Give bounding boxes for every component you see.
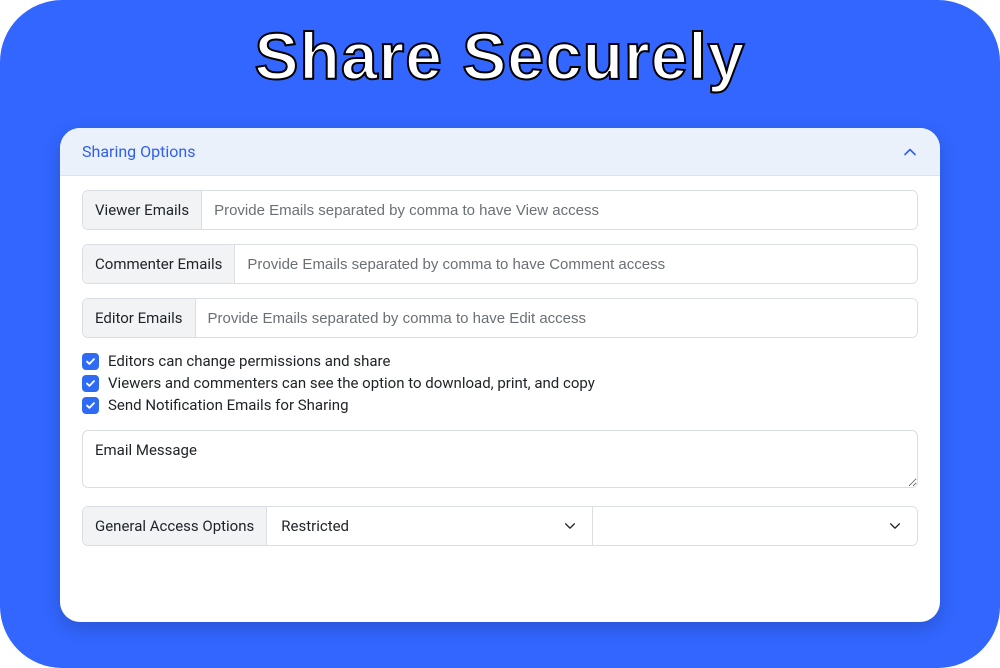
general-access-select[interactable]: Restricted: [267, 507, 592, 545]
send-notification-row[interactable]: Send Notification Emails for Sharing: [82, 396, 918, 414]
editor-emails-group: Editor Emails: [82, 298, 918, 338]
editor-emails-label: Editor Emails: [83, 299, 196, 337]
viewer-emails-group: Viewer Emails: [82, 190, 918, 230]
panel-header-title: Sharing Options: [82, 142, 195, 161]
commenter-emails-group: Commenter Emails: [82, 244, 918, 284]
email-message-textarea[interactable]: [82, 430, 918, 488]
viewers-download-row[interactable]: Viewers and commenters can see the optio…: [82, 374, 918, 392]
commenter-emails-label: Commenter Emails: [83, 245, 235, 283]
viewers-download-label: Viewers and commenters can see the optio…: [108, 374, 595, 392]
viewer-emails-label: Viewer Emails: [83, 191, 202, 229]
panel-body: Viewer Emails Commenter Emails Editor Em…: [60, 176, 940, 568]
viewers-download-checkbox[interactable]: [82, 375, 99, 392]
share-dialog-canvas: Share Securely Sharing Options Viewer Em…: [0, 0, 1000, 668]
editor-emails-input[interactable]: [196, 299, 918, 337]
secondary-access-chevron-down-icon: [887, 518, 903, 534]
secondary-access-select[interactable]: [593, 507, 917, 545]
general-access-chevron-down-icon: [562, 518, 578, 534]
commenter-emails-input[interactable]: [235, 245, 917, 283]
sharing-options-card: Sharing Options Viewer Emails Commenter …: [60, 128, 940, 622]
editors-can-share-checkbox[interactable]: [82, 353, 99, 370]
editors-can-share-label: Editors can change permissions and share: [108, 352, 390, 370]
viewer-emails-input[interactable]: [202, 191, 917, 229]
general-access-value: Restricted: [281, 517, 349, 535]
general-access-label: General Access Options: [83, 507, 267, 545]
send-notification-label: Send Notification Emails for Sharing: [108, 396, 349, 414]
panel-header[interactable]: Sharing Options: [60, 128, 940, 176]
send-notification-checkbox[interactable]: [82, 397, 99, 414]
page-title: Share Securely: [0, 0, 1000, 94]
editors-can-share-row[interactable]: Editors can change permissions and share: [82, 352, 918, 370]
collapse-chevron-up-icon[interactable]: [902, 144, 918, 160]
general-access-row: General Access Options Restricted: [82, 506, 918, 546]
